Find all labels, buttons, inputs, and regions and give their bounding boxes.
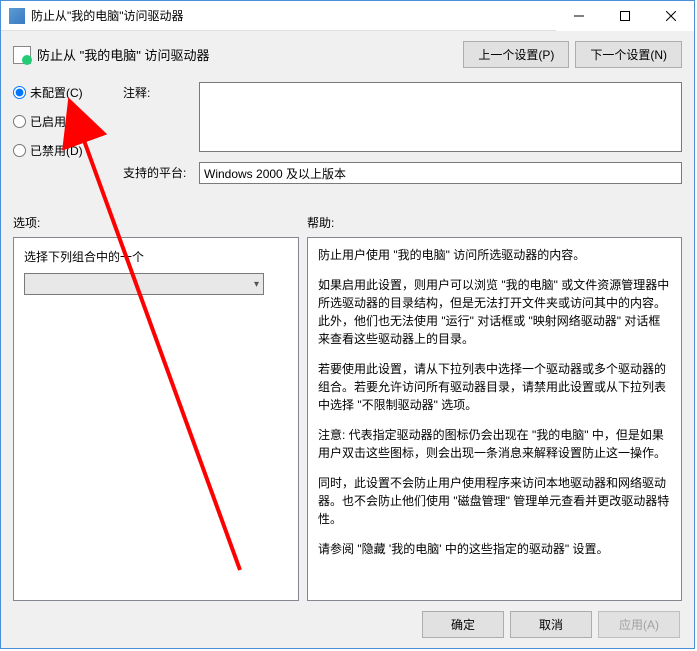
policy-header: 防止从 "我的电脑" 访问驱动器 [13, 39, 463, 64]
help-p5: 同时，此设置不会防止用户使用程序来访问本地驱动器和网络驱动器。也不会防止他们使用… [318, 474, 671, 528]
dialog-window: 防止从"我的电脑"访问驱动器 防止从 "我的电脑" 访问驱动器 上一个设置(P)… [0, 0, 695, 649]
comment-textarea[interactable] [199, 82, 682, 152]
window-title: 防止从"我的电脑"访问驱动器 [31, 7, 556, 24]
config-area: 未配置(C) 已启用(E) 已禁用(D) 注释: 支持的平台: [13, 82, 682, 184]
close-icon [666, 11, 676, 21]
radio-disabled-input[interactable] [13, 144, 26, 157]
help-panel[interactable]: 防止用户使用 "我的电脑" 访问所选驱动器的内容。 如果启用此设置，则用户可以浏… [307, 237, 682, 601]
lower-panels: 选择下列组合中的一个 ▾ 防止用户使用 "我的电脑" 访问所选驱动器的内容。 如… [13, 237, 682, 601]
help-p6: 请参阅 "隐藏 '我的电脑' 中的这些指定的驱动器" 设置。 [318, 540, 671, 558]
radio-not-configured-input[interactable] [13, 86, 26, 99]
minimize-icon [574, 11, 584, 21]
platform-box: Windows 2000 及以上版本 [199, 162, 682, 184]
close-button[interactable] [648, 1, 694, 31]
header-row: 防止从 "我的电脑" 访问驱动器 上一个设置(P) 下一个设置(N) [13, 39, 682, 68]
radio-disabled-label: 已禁用(D) [30, 142, 83, 159]
platform-label: 支持的平台: [123, 162, 189, 184]
apply-button[interactable]: 应用(A) [598, 611, 680, 638]
options-panel: 选择下列组合中的一个 ▾ [13, 237, 299, 601]
previous-setting-button[interactable]: 上一个设置(P) [463, 41, 569, 68]
help-label: 帮助: [307, 214, 682, 231]
comment-row: 注释: [123, 82, 682, 152]
maximize-button[interactable] [602, 1, 648, 31]
radio-not-configured-label: 未配置(C) [30, 84, 83, 101]
help-p4: 注意: 代表指定驱动器的图标仍会出现在 "我的电脑" 中，但是如果用户双击这些图… [318, 426, 671, 462]
options-prompt: 选择下列组合中的一个 [24, 248, 288, 265]
state-radios: 未配置(C) 已启用(E) 已禁用(D) [13, 82, 113, 184]
help-p2: 如果启用此设置，则用户可以浏览 "我的电脑" 或文件资源管理器中所选驱动器的目录… [318, 276, 671, 348]
next-setting-button[interactable]: 下一个设置(N) [575, 41, 682, 68]
policy-icon [13, 46, 31, 64]
help-p1: 防止用户使用 "我的电脑" 访问所选驱动器的内容。 [318, 246, 671, 264]
right-fields: 注释: 支持的平台: Windows 2000 及以上版本 [123, 82, 682, 184]
cancel-button[interactable]: 取消 [510, 611, 592, 638]
radio-disabled[interactable]: 已禁用(D) [13, 142, 113, 159]
content-area: 防止从 "我的电脑" 访问驱动器 上一个设置(P) 下一个设置(N) 未配置(C… [1, 31, 694, 648]
app-icon [9, 8, 25, 24]
radio-not-configured[interactable]: 未配置(C) [13, 84, 113, 101]
drive-combo[interactable]: ▾ [24, 273, 264, 295]
radio-enabled-label: 已启用(E) [30, 113, 82, 130]
chevron-down-icon: ▾ [254, 279, 259, 290]
minimize-button[interactable] [556, 1, 602, 31]
help-p3: 若要使用此设置，请从下拉列表中选择一个驱动器或多个驱动器的组合。若要允许访问所有… [318, 360, 671, 414]
radio-enabled-input[interactable] [13, 115, 26, 128]
window-controls [556, 1, 694, 30]
ok-button[interactable]: 确定 [422, 611, 504, 638]
maximize-icon [620, 11, 630, 21]
mid-labels: 选项: 帮助: [13, 214, 682, 231]
radio-enabled[interactable]: 已启用(E) [13, 113, 113, 130]
options-label: 选项: [13, 214, 307, 231]
comment-label: 注释: [123, 82, 189, 152]
nav-buttons: 上一个设置(P) 下一个设置(N) [463, 39, 682, 68]
platform-row: 支持的平台: Windows 2000 及以上版本 [123, 162, 682, 184]
footer-buttons: 确定 取消 应用(A) [13, 601, 682, 638]
titlebar: 防止从"我的电脑"访问驱动器 [1, 1, 694, 31]
policy-title: 防止从 "我的电脑" 访问驱动器 [37, 45, 209, 64]
platform-value: Windows 2000 及以上版本 [204, 165, 346, 182]
